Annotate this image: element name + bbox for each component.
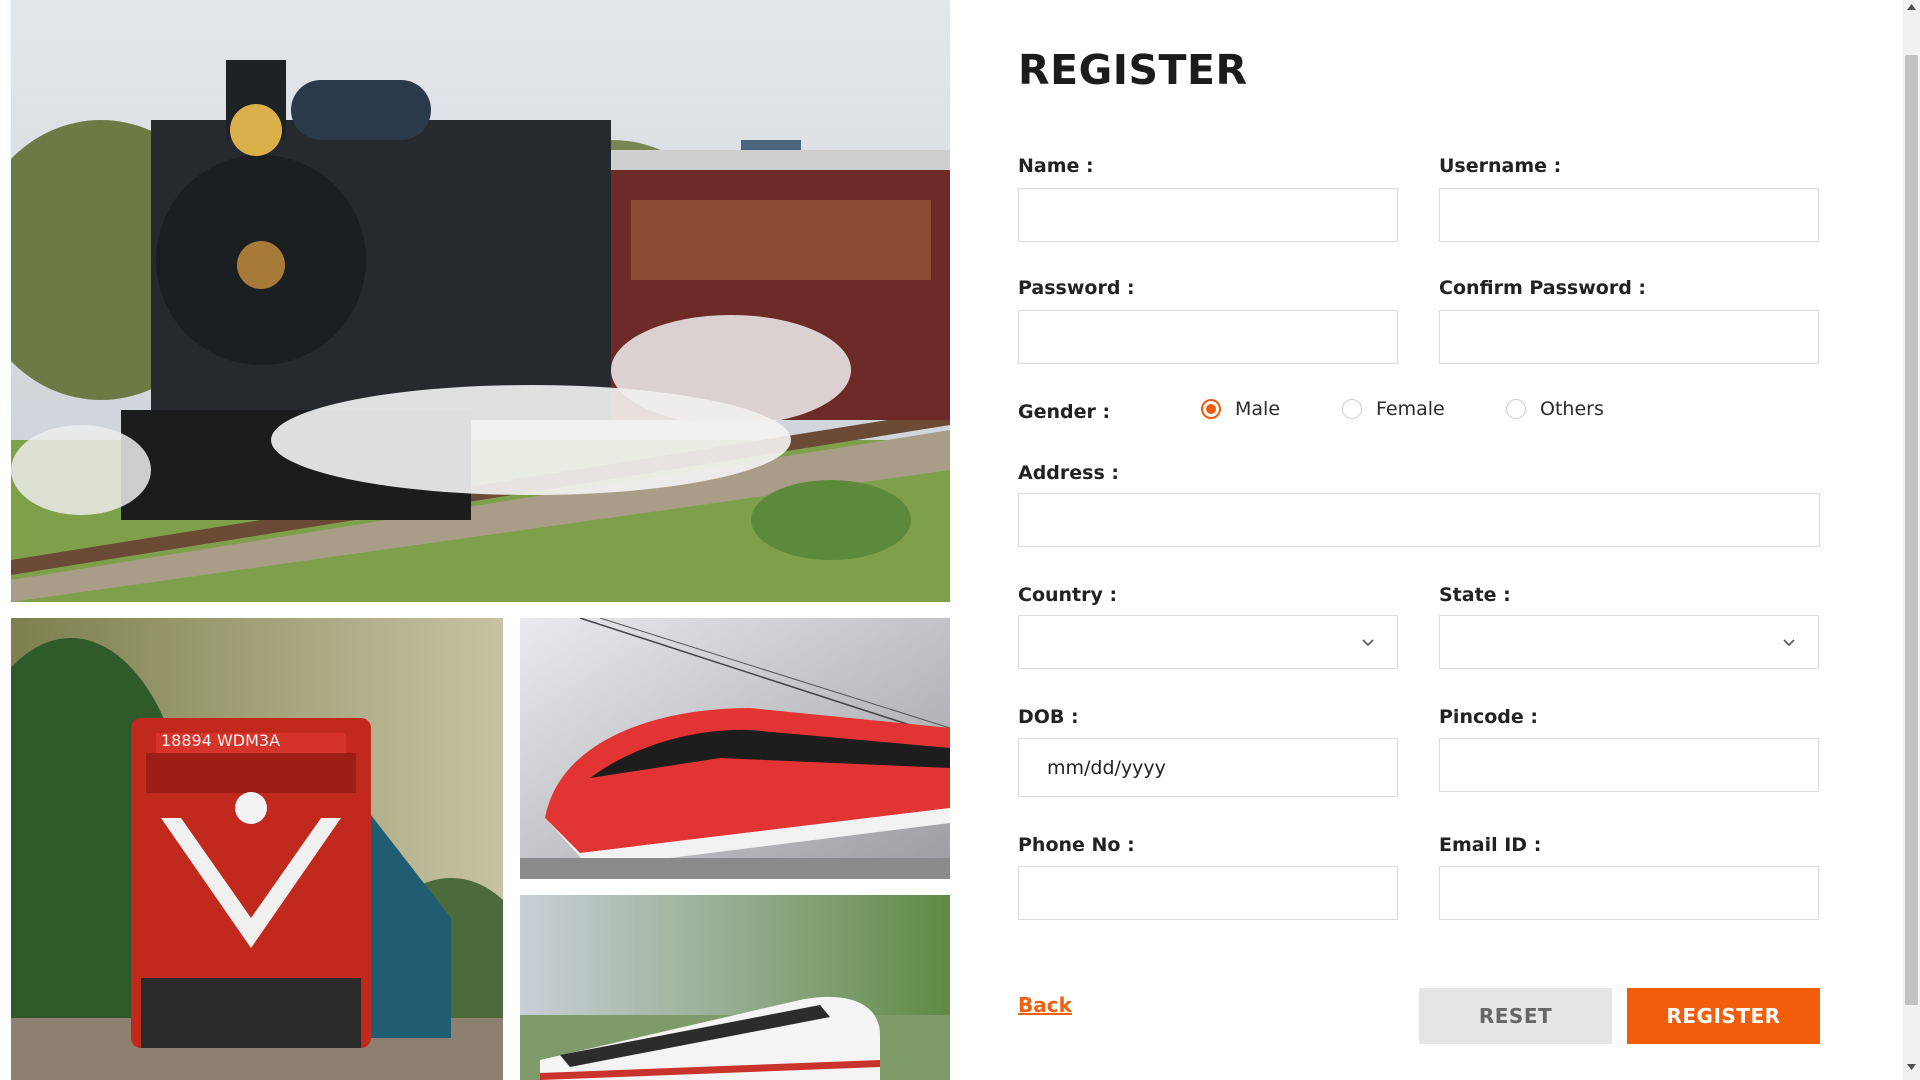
gender-label: Gender : — [1018, 401, 1111, 423]
state-select[interactable] — [1439, 615, 1819, 669]
red-high-speed-train-image — [520, 618, 950, 879]
confirm-password-input[interactable] — [1439, 310, 1819, 364]
country-select[interactable] — [1018, 615, 1398, 669]
chevron-down-icon — [1783, 639, 1795, 647]
dob-label: DOB : — [1018, 706, 1079, 728]
email-label: Email ID : — [1439, 834, 1542, 856]
address-label: Address : — [1018, 462, 1119, 484]
phone-label: Phone No : — [1018, 834, 1135, 856]
page-title: REGISTER — [1018, 46, 1248, 94]
back-link[interactable]: Back — [1018, 993, 1072, 1017]
steam-locomotive-image — [11, 0, 950, 602]
scroll-thumb[interactable] — [1905, 55, 1918, 1005]
confirm-password-label: Confirm Password : — [1439, 277, 1647, 299]
reset-button[interactable]: RESET — [1419, 988, 1612, 1044]
password-input[interactable] — [1018, 310, 1398, 364]
pincode-input[interactable] — [1439, 738, 1819, 792]
radio-selected-icon — [1201, 399, 1221, 419]
register-button[interactable]: REGISTER — [1627, 988, 1820, 1044]
gender-option-label: Others — [1540, 398, 1604, 420]
country-label: Country : — [1018, 584, 1118, 606]
scrollbar[interactable] — [1903, 0, 1920, 1080]
gender-radio-female[interactable]: Female — [1342, 398, 1445, 420]
scroll-up-arrow-icon[interactable] — [1903, 4, 1920, 16]
dob-input[interactable]: mm/dd/yyyy — [1018, 738, 1398, 797]
diesel-locomotive-image: 18894 WDM3A — [11, 618, 503, 1080]
name-label: Name : — [1018, 155, 1094, 177]
gender-option-label: Female — [1376, 398, 1445, 420]
chevron-down-icon — [1362, 639, 1374, 647]
radio-unselected-icon — [1506, 399, 1526, 419]
username-input[interactable] — [1439, 188, 1819, 242]
email-input[interactable] — [1439, 866, 1819, 920]
phone-input[interactable] — [1018, 866, 1398, 920]
svg-text:18894 WDM3A: 18894 WDM3A — [161, 731, 280, 750]
username-label: Username : — [1439, 155, 1562, 177]
pincode-label: Pincode : — [1439, 706, 1538, 728]
gender-radio-others[interactable]: Others — [1506, 398, 1604, 420]
gender-option-label: Male — [1235, 398, 1281, 420]
name-input[interactable] — [1018, 188, 1398, 242]
gender-radio-male[interactable]: Male — [1201, 398, 1280, 420]
password-label: Password : — [1018, 277, 1135, 299]
dob-placeholder: mm/dd/yyyy — [1047, 756, 1166, 779]
radio-unselected-icon — [1342, 399, 1362, 419]
state-label: State : — [1439, 584, 1511, 606]
address-input[interactable] — [1018, 493, 1820, 547]
white-high-speed-train-image — [520, 895, 950, 1080]
scroll-down-arrow-icon[interactable] — [1903, 1064, 1920, 1076]
